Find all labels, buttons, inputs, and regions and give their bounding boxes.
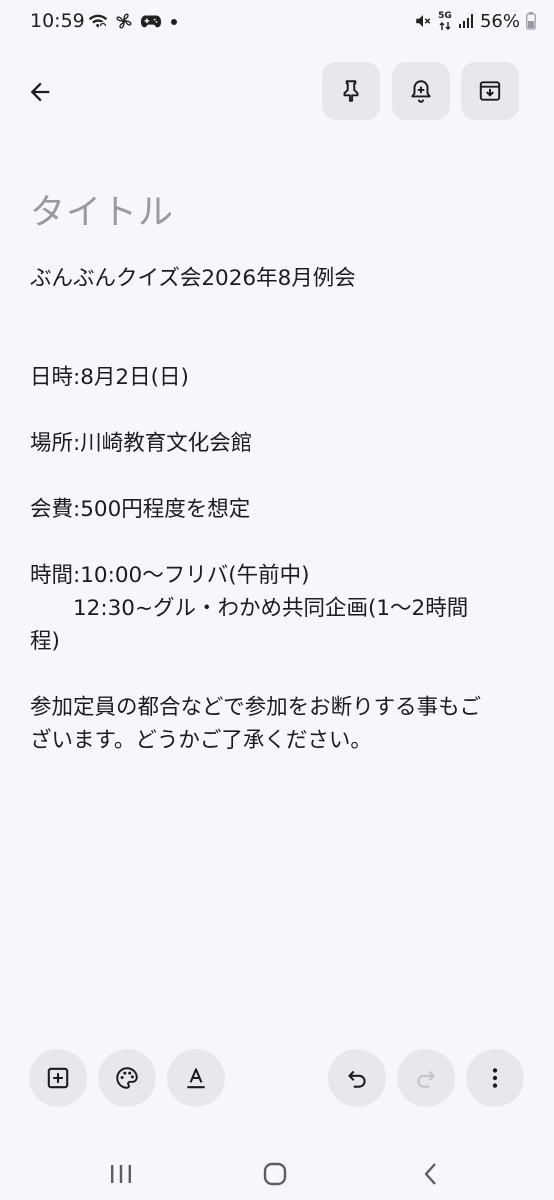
bell-plus-icon [411, 80, 431, 103]
note-line: 時間:10:00〜フリバ(午前中) [30, 563, 310, 588]
note-line [30, 658, 530, 691]
redo-button[interactable] [397, 1049, 455, 1107]
home-button[interactable] [251, 1150, 299, 1198]
nav-back-icon [424, 1163, 436, 1185]
undo-button[interactable] [328, 1049, 386, 1107]
dot-icon [171, 19, 177, 25]
note-line: ぶんぶんクイズ会2026年8月例会 [30, 266, 356, 291]
arrow-left-icon [30, 82, 50, 102]
pin-icon [343, 80, 359, 102]
status-right-icons: 5G 56% [414, 8, 536, 34]
note-line: 日時:8月2日(日) [30, 365, 189, 390]
palette-icon [116, 1067, 138, 1089]
battery-icon [526, 12, 536, 30]
add-content-button[interactable] [29, 1049, 87, 1107]
color-palette-button[interactable] [98, 1049, 156, 1107]
home-icon [263, 1162, 287, 1186]
redo-icon [417, 1070, 435, 1088]
signal-icon [458, 14, 473, 28]
more-options-button[interactable] [466, 1049, 524, 1107]
note-line: 12:30~グル・わかめ共同企画(1〜2時間 [30, 596, 469, 621]
system-nav-bar [0, 1140, 554, 1200]
add-box-icon [47, 1067, 69, 1089]
note-line: 会費:500円程度を想定 [30, 497, 251, 522]
archive-icon [479, 81, 501, 101]
note-body-input[interactable]: ぶんぶんクイズ会2026年8月例会 日時:8月2日(日) 場所:川崎教育文化会館… [30, 262, 530, 757]
text-format-icon [187, 1068, 205, 1089]
fan-icon [116, 13, 132, 29]
undo-icon [348, 1070, 366, 1088]
note-line: ざいます。どうかご了承ください。 [30, 728, 372, 753]
reminder-button[interactable] [392, 62, 450, 120]
recents-icon [111, 1165, 131, 1183]
recents-button[interactable] [97, 1150, 145, 1198]
note-line [30, 460, 530, 493]
archive-button[interactable] [461, 62, 519, 120]
note-line [30, 328, 530, 361]
note-line [30, 526, 530, 559]
status-left-icons [88, 8, 180, 34]
more-vert-icon [492, 1068, 498, 1088]
battery-percent: 56% [479, 10, 520, 32]
note-line: 程) [30, 629, 60, 654]
back-button[interactable] [20, 72, 60, 112]
system-back-button[interactable] [407, 1150, 455, 1198]
note-line: 参加定員の都合などで参加をお断りする事もご [30, 695, 482, 720]
note-line [30, 295, 530, 328]
note-title-input[interactable]: タイトル [30, 184, 174, 235]
wifi-icon [88, 14, 108, 31]
status-bar: 10:59 5G 56% [0, 0, 554, 44]
gamepad-icon [140, 15, 162, 28]
mute-icon [416, 15, 431, 27]
network-indicator: 5G [438, 10, 452, 31]
note-line: 場所:川崎教育文化会館 [30, 431, 253, 456]
network-label: 5G [438, 10, 452, 21]
pin-button[interactable] [322, 62, 380, 120]
text-format-button[interactable] [167, 1049, 225, 1107]
status-time: 10:59 [30, 10, 85, 32]
data-arrows-icon [439, 21, 451, 30]
note-line [30, 394, 530, 427]
